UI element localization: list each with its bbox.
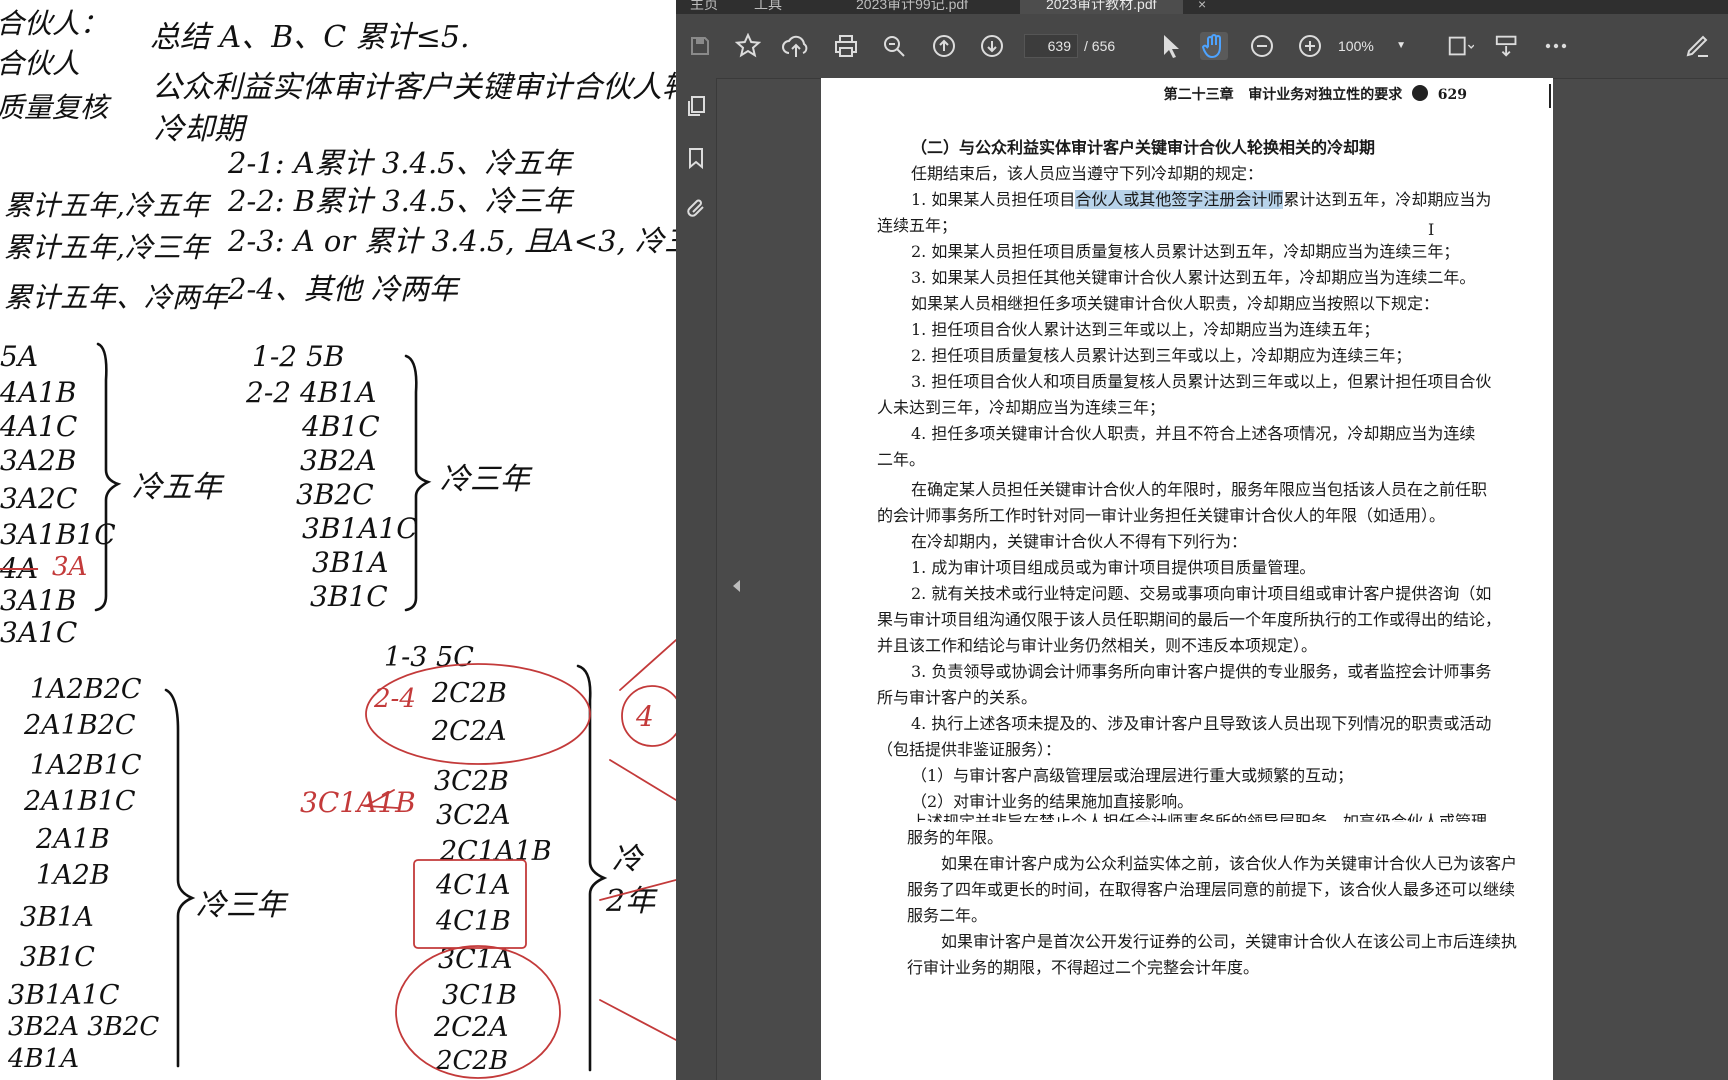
text-line: 在冷却期内，关键审计合伙人不得有下列行为： <box>911 532 1248 551</box>
text-line: 1. 如果某人员担任项目合伙人或其他签字注册会计师累计达到五年，冷却期应当为 <box>911 190 1492 209</box>
whiteboard: 合伙人： 合伙人 质量复核 总结 A、B、C 累计≤5. 公众利益实体审计客户关… <box>0 0 676 1080</box>
header-chapter: 第二十三章 <box>1163 87 1234 103</box>
header-page-number: 629 <box>1437 87 1467 103</box>
side-panel <box>676 78 717 1080</box>
text-line: 3. 担任项目合伙人和项目质量复核人员累计达到三年或以上，但累计担任项目合伙 <box>911 372 1492 391</box>
page-up-icon[interactable] <box>930 32 958 60</box>
bookmark-icon[interactable] <box>684 146 708 170</box>
text-line: 果与审计项目组沟通仅限于该人员任职期间的最后一个年度所执行的工作或得出的结论， <box>877 610 1502 629</box>
select-cursor-icon[interactable] <box>1156 32 1184 60</box>
fit-page-icon[interactable] <box>1446 32 1474 60</box>
save-icon[interactable] <box>686 32 714 60</box>
text-line: 所与审计客户的关系。 <box>877 688 1038 707</box>
toolbar: 639 / 656 100% ▼ <box>676 14 1728 79</box>
total-pages: / 656 <box>1084 38 1116 54</box>
attachment-icon[interactable] <box>684 196 708 220</box>
text-line: 服务二年。 <box>907 906 988 925</box>
tab-bar: 主页 工具 2023审计99记.pdf 2023审计教材.pdf × <box>676 0 1728 14</box>
tab-close-icon[interactable]: × <box>1198 0 1206 12</box>
text-line: 在确定某人员担任关键审计合伙人的年限时，服务年限应当包括该人员在之前任职 <box>911 480 1488 499</box>
page-header: 第二十三章 审计业务对独立性的要求 629 <box>1164 84 1467 104</box>
tab-doc-2[interactable]: 2023审计教材.pdf <box>1020 0 1183 14</box>
text-line: 行审计业务的期限，不得超过二个完整会计年度。 <box>907 958 1260 977</box>
text-line: 任期结束后，该人员应当遵守下列冷却期的规定： <box>911 164 1264 183</box>
text-line: 服务了四年或更长的时间，在取得客户治理层同意的前提下，该合伙人最多还可以继续 <box>907 880 1516 899</box>
zoom-select[interactable]: 100% ▼ <box>1338 34 1412 58</box>
text-line: （1）与审计客户高级管理层或治理层进行重大或频繁的互动； <box>911 766 1354 785</box>
text-line: 服务的年限。 <box>907 828 1004 847</box>
selected-text[interactable]: 合伙人或其他签字注册会计师 <box>1075 190 1284 209</box>
text-line: 的会计师事务所工作时针对同一审计业务担任关键审计合伙人的年限（如适用）。 <box>877 506 1446 525</box>
tab-home[interactable]: 主页 <box>690 0 718 12</box>
more-options-icon[interactable] <box>1542 32 1570 60</box>
text-line: 2. 担任项目质量复核人员累计达到三年或以上，冷却期应为连续三年； <box>911 346 1412 365</box>
pages-thumbnail-icon[interactable] <box>684 94 708 118</box>
publisher-logo-icon <box>1412 85 1429 101</box>
text-line: 3. 负责领导或协调会计师事务所向审计客户提供的专业服务，或者监控会计师事务 <box>911 662 1492 681</box>
text-line: 如果某人员相继担任多项关键审计合伙人职责，冷却期应当按照以下规定： <box>911 294 1440 313</box>
header-title: 审计业务对独立性的要求 <box>1248 87 1403 103</box>
search-icon[interactable] <box>880 32 908 60</box>
text-line: 1. 担任项目合伙人累计达到三年或以上，冷却期应当为连续五年； <box>911 320 1380 339</box>
text-line: 3. 如果某人员担任其他关键审计合伙人累计达到五年，冷却期应当为连续二年。 <box>911 268 1476 287</box>
collapse-panel-icon[interactable] <box>733 580 740 592</box>
page-navigator: 639 / 656 <box>1024 34 1115 58</box>
text-line: 1. 成为审计项目组成员或为审计项目提供项目质量管理。 <box>911 558 1316 577</box>
tab-tools[interactable]: 工具 <box>754 0 782 12</box>
text-line: 2. 如果某人员担任项目质量复核人员累计达到五年，冷却期应当为连续三年； <box>911 242 1460 261</box>
sign-pen-icon[interactable] <box>1684 32 1712 60</box>
text-line: 并且该工作和结论与审计业务仍然相关，则不违反本项规定）。 <box>877 636 1318 655</box>
bookmark-star-icon[interactable] <box>734 32 762 60</box>
text-line: （2）对审计业务的结果施加直接影响。 <box>911 792 1194 811</box>
tab-doc-1[interactable]: 2023审计99记.pdf <box>856 0 968 12</box>
text-line: 连续五年； <box>877 216 958 235</box>
text-line-clipped: 上述规定并非旨在禁止个人担任会计师事务所的领导层职务，如高级合伙人或管理 <box>911 812 1488 822</box>
pdf-page: 第二十三章 审计业务对独立性的要求 629 （二）与公众利益实体审计客户关键审计… <box>821 78 1553 1080</box>
zoom-out-icon[interactable] <box>1248 32 1276 60</box>
pdf-viewer: 主页 工具 2023审计99记.pdf 2023审计教材.pdf × 639 / <box>676 0 1728 1080</box>
text-line: 如果在审计客户成为公众利益实体之前，该合伙人作为关键审计合伙人已为该客户 <box>941 854 1518 873</box>
text-line: 二年。 <box>877 450 926 469</box>
chevron-down-icon: ▼ <box>1396 40 1406 51</box>
print-icon[interactable] <box>832 32 860 60</box>
text-line: 如果审计客户是首次公开发行证券的公司，关键审计合伙人在该公司上市后连续执 <box>941 932 1518 951</box>
zoom-value: 100% <box>1338 38 1374 54</box>
text-cursor-icon: I <box>1428 220 1435 239</box>
hand-tool-icon[interactable] <box>1200 32 1228 60</box>
text-line: 人未达到三年，冷却期应当为连续三年； <box>877 398 1166 417</box>
scroll-mode-icon[interactable] <box>1494 32 1522 60</box>
upload-cloud-icon[interactable] <box>782 32 810 60</box>
zoom-in-icon[interactable] <box>1296 32 1324 60</box>
section-heading: （二）与公众利益实体审计客户关键审计合伙人轮换相关的冷却期 <box>911 138 1376 157</box>
current-page-input[interactable]: 639 <box>1024 34 1078 58</box>
text-line: 2. 就有关技术或行业特定问题、交易或事项向审计项目组或审计客户提供咨询（如 <box>911 584 1492 603</box>
text-line: 4. 担任多项关键审计合伙人职责，并且不符合上述各项情况，冷却期应当为连续 <box>911 424 1476 443</box>
text-line: （包括提供非鉴证服务）： <box>877 740 1062 759</box>
text-line: 4. 执行上述各项未提及的、涉及审计客户且导致该人员出现下列情况的职责或活动 <box>911 714 1492 733</box>
header-rule <box>1549 84 1551 108</box>
page-down-icon[interactable] <box>978 32 1006 60</box>
whiteboard-strokes <box>94 342 676 1079</box>
